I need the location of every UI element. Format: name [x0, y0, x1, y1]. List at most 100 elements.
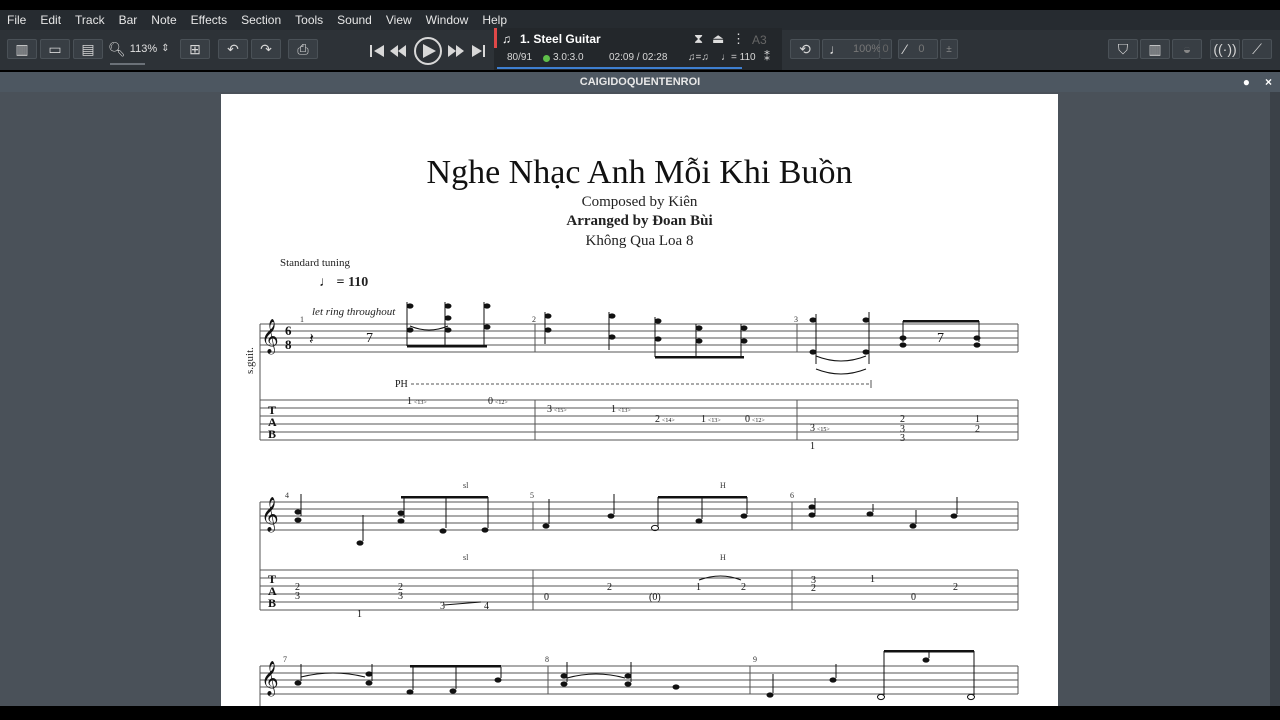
system-1-stems [406, 302, 980, 364]
zoom-control[interactable]: 🔍︎ 113% ⇕ [108, 39, 176, 59]
tab-fret: 1 [407, 396, 412, 407]
redo-icon: ↷ [260, 41, 272, 57]
tab-fret: 3 [547, 404, 552, 415]
svg-text:3: 3 [295, 591, 300, 602]
menu-sound[interactable]: Sound [330, 13, 379, 27]
more-options-icon[interactable]: ⋮ [732, 31, 745, 47]
panel-right-icon: ▤ [81, 41, 95, 57]
menu-file[interactable]: File [0, 13, 33, 27]
panel-bottom-icon: ▭ [48, 41, 62, 57]
tuner-button[interactable]: ⟋ [1242, 39, 1272, 59]
loop-button[interactable]: ⟲ [790, 39, 820, 59]
svg-text:1: 1 [810, 441, 815, 452]
svg-text:0: 0 [911, 592, 916, 603]
eighth-rest-icon: 7 [366, 331, 373, 346]
volume-control[interactable]: ♩ 100% [822, 39, 881, 59]
playback-time: 02:09 / 02:28 [609, 52, 668, 63]
play-icon[interactable] [414, 37, 442, 65]
panel-bottom-toggle-button[interactable]: ▭ [40, 39, 70, 59]
system-3-staff [259, 665, 1019, 706]
time-signature: 3.0:3.0 [553, 52, 584, 63]
undo-button[interactable]: ↶ [218, 39, 248, 59]
page-layout-button[interactable]: ⊞ [180, 39, 210, 59]
menu-note[interactable]: Note [144, 13, 183, 27]
tab-harmonic: <15> [554, 408, 567, 414]
note-icons: ♫=♫ [688, 52, 709, 63]
tempo-lock-icon[interactable]: ⁑ [764, 50, 770, 64]
pan-value: 0 [882, 43, 889, 55]
menu-edit[interactable]: Edit [33, 13, 68, 27]
undo-icon: ↶ [227, 41, 239, 57]
guitar-view-button[interactable]: ⛉ [1108, 39, 1138, 59]
panel-left-toggle-button[interactable]: ▥ [7, 39, 37, 59]
svg-text:3: 3 [440, 601, 445, 612]
bar-number-9: 9 [753, 655, 757, 664]
print-button[interactable]: ⎙ [288, 39, 318, 59]
treble-clef-3: 𝄞 [261, 661, 279, 697]
close-document-icon[interactable]: × [1265, 72, 1272, 92]
hourglass-icon[interactable]: ⧗ [694, 31, 703, 47]
tuner-icon: ⟋ [1252, 41, 1262, 57]
svg-text:2: 2 [975, 424, 980, 435]
rest-icon: 𝄽 [309, 331, 314, 348]
tab-clef-b-2: B [268, 596, 276, 610]
note-volume-icon: ♩ [829, 41, 843, 57]
vertical-scrollbar[interactable] [1270, 92, 1280, 706]
tab-fret: 0 [745, 414, 750, 425]
redo-button[interactable]: ↷ [251, 39, 281, 59]
time-signature-top: 6 [285, 323, 292, 338]
pan-control[interactable]: 0 [880, 39, 892, 59]
svg-text:4: 4 [484, 601, 489, 612]
bar-number-7: 7 [283, 655, 287, 664]
skip-end-icon[interactable] [472, 45, 485, 57]
bar-number-4: 4 [285, 491, 289, 500]
tab-fret: 1 [611, 404, 616, 415]
piano-icon: ▥ [1148, 41, 1162, 57]
tempo-display: ♩= 110 [721, 52, 756, 63]
metronome-icon[interactable]: ⏏ [712, 31, 724, 47]
zoom-slider[interactable] [110, 63, 145, 65]
svg-text:(0): (0) [649, 592, 661, 603]
skip-start-icon[interactable] [370, 45, 384, 57]
bar-position: 80/91 [507, 52, 533, 63]
menu-help[interactable]: Help [475, 13, 514, 27]
track-info-panel[interactable]: ♫ 1. Steel Guitar ⧗ ⏏ ⋮ A3 80/91 3.0:3.0… [494, 28, 782, 70]
fast-forward-icon[interactable] [448, 45, 464, 57]
rewind-icon[interactable] [390, 45, 406, 57]
playback-progress-bar[interactable] [497, 67, 742, 69]
panel-right-toggle-button[interactable]: ▤ [73, 39, 103, 59]
window-top-strip [0, 0, 1280, 10]
drum-view-button[interactable]: ◒ [1172, 39, 1202, 59]
main-toolbar: ▥ ▭ ▤ 🔍︎ 113% ⇕ ⊞ ↶ ↷ ⎙ ♫ 1. Steel Guita… [0, 28, 1280, 70]
score-page[interactable]: Nghe Nhạc Anh Mỗi Khi Buồn Composed by K… [221, 94, 1058, 706]
broadcast-button[interactable]: ((·)) [1210, 39, 1240, 59]
transpose-stepper[interactable]: ± [940, 39, 958, 59]
track-name: 1. Steel Guitar [520, 32, 601, 46]
menu-tools[interactable]: Tools [288, 13, 330, 27]
document-tab-bar: CAIGIDOQUENTENROI ● × [0, 72, 1280, 92]
menu-section[interactable]: Section [234, 13, 288, 27]
plus-icon: ± [946, 43, 952, 55]
bar-number-1: 1 [300, 315, 304, 324]
system-2-stems [300, 494, 958, 541]
svg-text:1: 1 [357, 609, 362, 620]
broadcast-icon: ((·)) [1213, 41, 1237, 57]
menu-view[interactable]: View [379, 13, 419, 27]
tab-harmonic: <15> [817, 427, 830, 433]
transpose-control[interactable]: ⁄ 0 [898, 39, 938, 59]
menu-window[interactable]: Window [419, 13, 476, 27]
keyboard-view-button[interactable]: ▥ [1140, 39, 1170, 59]
svg-text:3: 3 [398, 591, 403, 602]
track-color-marker [494, 28, 497, 48]
menu-bar-item[interactable]: Bar [112, 13, 145, 27]
tab-fret: 2 [655, 414, 660, 425]
svg-text:0: 0 [544, 592, 549, 603]
guitar-icon: ♫ [502, 32, 511, 46]
menu-effects[interactable]: Effects [184, 13, 234, 27]
tab-fret: 0 [488, 396, 493, 407]
menu-track[interactable]: Track [68, 13, 112, 27]
tie-2 [815, 355, 867, 362]
unsaved-dot-icon: ● [1242, 75, 1250, 89]
svg-text:1: 1 [870, 574, 875, 585]
slide-label-tab: sl [463, 553, 469, 562]
